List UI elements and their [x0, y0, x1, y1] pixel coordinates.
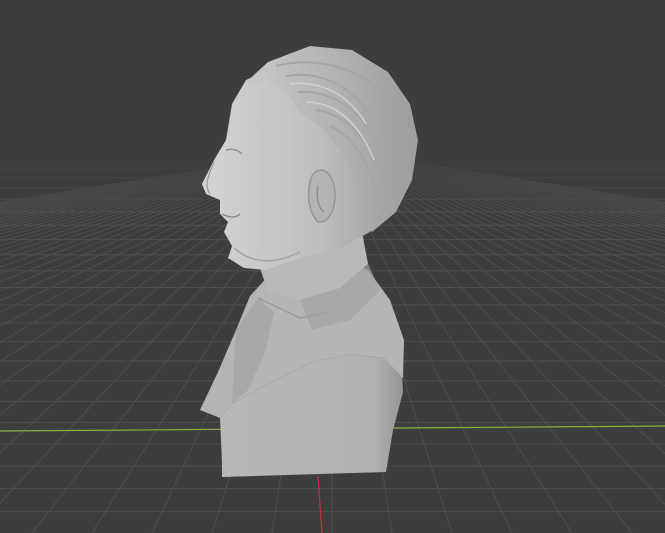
- grid-line: [371, 157, 665, 226]
- viewport-canvas[interactable]: [0, 0, 665, 533]
- 3d-viewport[interactable]: [0, 0, 665, 533]
- grid-line: [379, 157, 665, 213]
- bust-ear: [307, 169, 336, 223]
- sculpted-bust-model[interactable]: [200, 46, 418, 477]
- grid-line: [382, 157, 665, 209]
- grid-line: [373, 157, 665, 221]
- grid-line: [362, 157, 665, 247]
- grid-line: [378, 157, 665, 215]
- grid-line: [375, 157, 665, 219]
- grid-line: [376, 157, 665, 217]
- y-axis-line: [317, 475, 323, 533]
- grid-line: [372, 157, 665, 224]
